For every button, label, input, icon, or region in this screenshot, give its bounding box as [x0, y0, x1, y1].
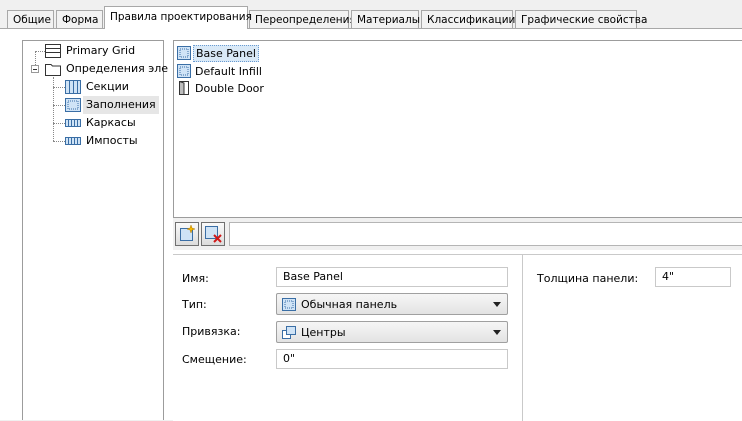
properties-divider — [522, 255, 523, 421]
tree-item-label: Primary Grid — [66, 44, 136, 57]
list-item-label: Default Infill — [195, 65, 262, 78]
type-label: Тип: — [182, 298, 207, 311]
folder-icon — [45, 64, 61, 76]
panel-icon — [177, 46, 191, 60]
offset-label: Смещение: — [182, 353, 247, 366]
offset-field[interactable]: 0" — [276, 349, 508, 369]
delete-button[interactable] — [201, 222, 225, 246]
tree-connector — [53, 87, 65, 88]
anchor-value: Центры — [301, 326, 346, 339]
thickness-field[interactable]: 4" — [655, 267, 731, 287]
sections-icon — [65, 80, 81, 94]
list-item-label: Base Panel — [193, 45, 259, 62]
tree-connector — [35, 51, 45, 52]
type-value: Обычная панель — [301, 298, 398, 311]
tree-connector — [53, 123, 65, 124]
tab-materials[interactable]: Материалы — [351, 10, 420, 28]
properties-panel: Имя: Base Panel Тип: Обычная панель Прив… — [173, 254, 742, 421]
name-field[interactable]: Base Panel — [276, 267, 508, 287]
infill-list[interactable]: Base Panel Default Infill Double Door — [173, 40, 742, 218]
thickness-label: Толщина панели: — [537, 272, 639, 285]
collapse-icon[interactable] — [31, 65, 39, 73]
tree-item-label: Импосты — [86, 134, 138, 147]
tab-general[interactable]: Общие — [7, 10, 54, 28]
door-icon — [179, 81, 189, 95]
tab-overrides[interactable]: Переопределения — [249, 10, 356, 28]
tree-item-label: Заполнения — [83, 96, 159, 114]
tree-item-label: Определения эле — [66, 62, 169, 75]
type-dropdown[interactable]: Обычная панель — [276, 293, 508, 315]
new-item-icon — [180, 224, 196, 241]
name-label: Имя: — [182, 272, 209, 285]
tree-connector — [53, 141, 65, 142]
anchor-dropdown[interactable]: Центры — [276, 321, 508, 343]
panel-icon — [282, 298, 296, 311]
list-item-label: Double Door — [195, 82, 264, 95]
tab-classifications[interactable]: Классификации — [421, 10, 515, 28]
infill-icon — [65, 98, 81, 112]
delete-item-icon — [205, 226, 222, 243]
chevron-down-icon — [493, 302, 501, 307]
frames-icon — [65, 119, 81, 127]
tab-design-rules[interactable]: Правила проектирования — [104, 6, 252, 29]
tab-display-props[interactable]: Графические свойства — [515, 10, 647, 28]
list-toolbar — [173, 218, 742, 250]
grid-icon — [45, 44, 61, 58]
filter-field[interactable] — [229, 222, 742, 246]
tab-strip: Общие Форма Правила проектирования Перео… — [0, 0, 742, 30]
tab-shape[interactable]: Форма — [56, 10, 103, 28]
mullions-icon — [65, 137, 81, 145]
tree-item-label: Каркасы — [86, 116, 136, 129]
tree-item-label: Секции — [86, 80, 129, 93]
anchor-icon — [282, 326, 296, 339]
anchor-label: Привязка: — [182, 325, 241, 338]
chevron-down-icon — [493, 330, 501, 335]
tree-connector — [53, 105, 65, 106]
element-tree[interactable]: Primary Grid Определения эле Секции Запо… — [22, 40, 168, 420]
panel-icon — [177, 64, 191, 78]
add-button[interactable] — [175, 222, 199, 246]
